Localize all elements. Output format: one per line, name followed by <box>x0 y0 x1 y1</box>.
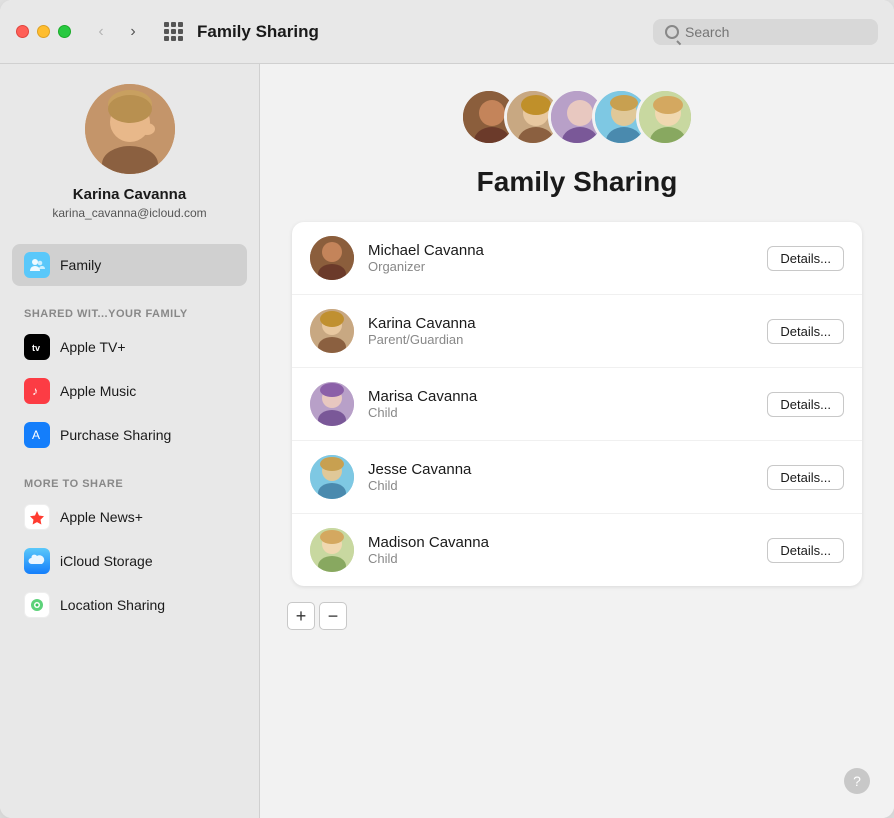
sidebar-item-family-label: Family <box>60 257 101 273</box>
remove-member-button[interactable]: − <box>319 602 347 630</box>
maximize-button[interactable] <box>58 25 71 38</box>
member-info-jesse: Jesse Cavanna Child <box>368 461 767 493</box>
sidebar-item-icloud-label: iCloud Storage <box>60 553 153 569</box>
search-input[interactable] <box>685 24 866 40</box>
sidebar-item-music-label: Apple Music <box>60 383 136 399</box>
sidebar-item-news[interactable]: Apple News+ <box>12 496 247 538</box>
sidebar-item-icloud[interactable]: iCloud Storage <box>12 540 247 582</box>
minimize-button[interactable] <box>37 25 50 38</box>
table-row: Madison Cavanna Child Details... <box>292 514 862 586</box>
details-button-marisa[interactable]: Details... <box>767 392 844 417</box>
content-panel: Family Sharing Michael Cavanna Organize <box>260 64 894 818</box>
sidebar-main-section: Family <box>0 244 259 288</box>
help-button[interactable]: ? <box>844 768 870 794</box>
icloud-icon <box>24 548 50 574</box>
member-name-karina: Karina Cavanna <box>368 315 767 332</box>
shared-items-section: tv Apple TV+ ♪ Apple Music <box>0 326 259 458</box>
member-avatar-jesse <box>310 455 354 499</box>
user-avatar <box>85 84 175 174</box>
member-role-michael: Organizer <box>368 259 767 274</box>
member-info-karina: Karina Cavanna Parent/Guardian <box>368 315 767 347</box>
title-bar: ‹ › Family Sharing <box>0 0 894 64</box>
sidebar-item-appletv[interactable]: tv Apple TV+ <box>12 326 247 368</box>
table-row: Michael Cavanna Organizer Details... <box>292 222 862 295</box>
traffic-lights <box>16 25 71 38</box>
svg-text:A: A <box>32 428 40 442</box>
family-avatars <box>460 88 694 146</box>
members-card: Michael Cavanna Organizer Details... <box>292 222 862 586</box>
sidebar: Karina Cavanna karina_cavanna@icloud.com… <box>0 64 260 818</box>
svg-text:♪: ♪ <box>32 384 38 398</box>
window: ‹ › Family Sharing <box>0 0 894 818</box>
add-member-button[interactable]: + <box>287 602 315 630</box>
bottom-controls: + − <box>287 602 347 630</box>
member-avatar-karina <box>310 309 354 353</box>
sidebar-item-purchase-label: Purchase Sharing <box>60 427 171 443</box>
table-row: Marisa Cavanna Child Details... <box>292 368 862 441</box>
content-title: Family Sharing <box>477 166 678 198</box>
table-row: Karina Cavanna Parent/Guardian Details..… <box>292 295 862 368</box>
sidebar-item-music[interactable]: ♪ Apple Music <box>12 370 247 412</box>
family-icon <box>24 252 50 278</box>
sidebar-item-location[interactable]: Location Sharing <box>12 584 247 626</box>
forward-button[interactable]: › <box>119 18 147 46</box>
table-row: Jesse Cavanna Child Details... <box>292 441 862 514</box>
main-content: Karina Cavanna karina_cavanna@icloud.com… <box>0 64 894 818</box>
back-icon: ‹ <box>98 23 103 41</box>
user-profile: Karina Cavanna karina_cavanna@icloud.com <box>0 84 259 244</box>
sidebar-item-purchase[interactable]: A Purchase Sharing <box>12 414 247 456</box>
member-role-madison: Child <box>368 551 767 566</box>
member-avatar-michael <box>310 236 354 280</box>
more-section-header: MORE TO SHARE <box>0 466 259 496</box>
search-icon <box>665 25 679 39</box>
grid-icon <box>164 22 183 41</box>
member-role-karina: Parent/Guardian <box>368 332 767 347</box>
location-icon <box>24 592 50 618</box>
member-avatar-madison <box>310 528 354 572</box>
member-name-jesse: Jesse Cavanna <box>368 461 767 478</box>
member-info-marisa: Marisa Cavanna Child <box>368 388 767 420</box>
search-bar[interactable] <box>653 19 878 45</box>
member-name-madison: Madison Cavanna <box>368 534 767 551</box>
member-avatar-marisa <box>310 382 354 426</box>
member-info-madison: Madison Cavanna Child <box>368 534 767 566</box>
music-icon: ♪ <box>24 378 50 404</box>
member-name-marisa: Marisa Cavanna <box>368 388 767 405</box>
close-button[interactable] <box>16 25 29 38</box>
sidebar-item-news-label: Apple News+ <box>60 509 143 525</box>
sidebar-item-family[interactable]: Family <box>12 244 247 286</box>
grid-button[interactable] <box>159 18 187 46</box>
purchase-icon: A <box>24 422 50 448</box>
news-icon <box>24 504 50 530</box>
family-avatar-5 <box>636 88 694 146</box>
user-email: karina_cavanna@icloud.com <box>52 206 206 220</box>
member-role-jesse: Child <box>368 478 767 493</box>
details-button-madison[interactable]: Details... <box>767 538 844 563</box>
sidebar-item-appletv-label: Apple TV+ <box>60 339 126 355</box>
details-button-karina[interactable]: Details... <box>767 319 844 344</box>
sidebar-item-location-label: Location Sharing <box>60 597 165 613</box>
member-info-michael: Michael Cavanna Organizer <box>368 242 767 274</box>
nav-buttons: ‹ › <box>87 18 147 46</box>
appletv-icon: tv <box>24 334 50 360</box>
window-title: Family Sharing <box>197 22 653 42</box>
details-button-michael[interactable]: Details... <box>767 246 844 271</box>
member-name-michael: Michael Cavanna <box>368 242 767 259</box>
forward-icon: › <box>130 23 135 41</box>
svg-text:tv: tv <box>32 343 40 353</box>
member-role-marisa: Child <box>368 405 767 420</box>
shared-section-header: SHARED WIT...YOUR FAMILY <box>0 296 259 326</box>
back-button[interactable]: ‹ <box>87 18 115 46</box>
user-name: Karina Cavanna <box>73 186 186 203</box>
details-button-jesse[interactable]: Details... <box>767 465 844 490</box>
more-items-section: Apple News+ iCloud Storage <box>0 496 259 628</box>
